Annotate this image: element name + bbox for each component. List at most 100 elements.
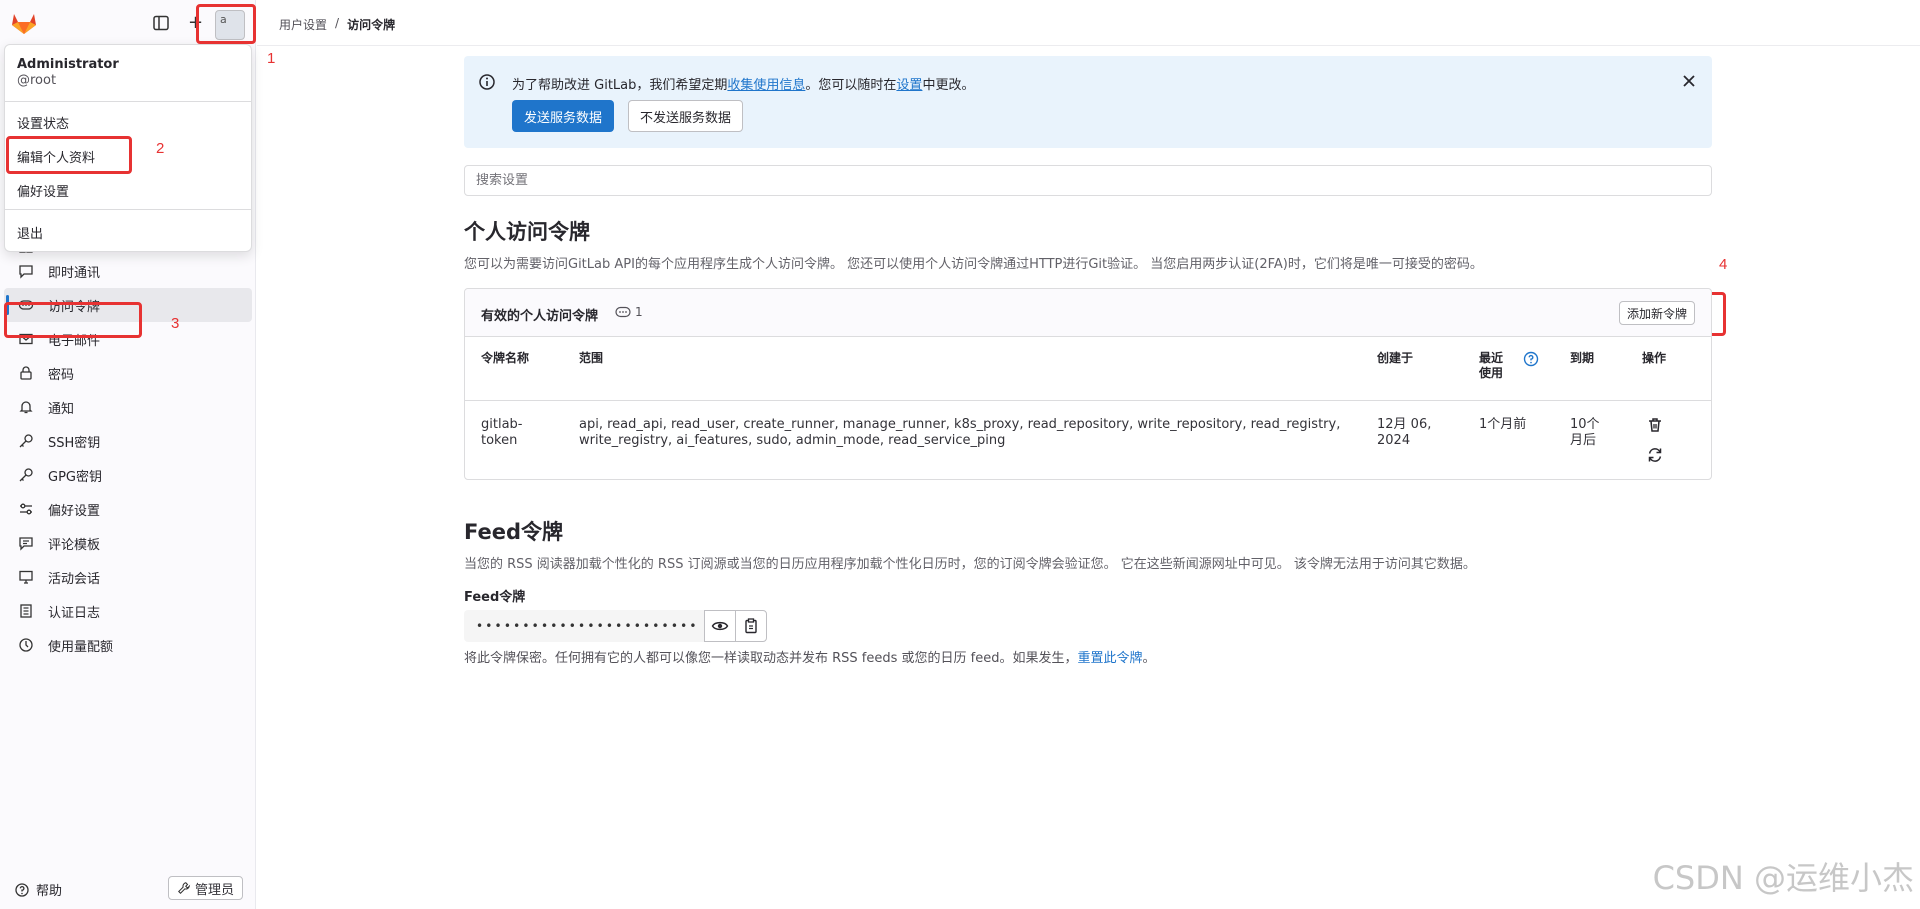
column-header-actions: 操作 xyxy=(1642,351,1667,365)
note-text: 将此令牌保密。任何拥有它的人都可以像您一样读取动态并发布 RSS feeds 或… xyxy=(464,651,1078,666)
nav-item-notifications[interactable]: 通知 xyxy=(4,390,252,424)
watermark: CSDN @运维小杰 xyxy=(1652,859,1914,897)
close-icon[interactable] xyxy=(1680,72,1698,90)
annotation-number: 2 xyxy=(156,140,165,157)
cell-line: 月后 xyxy=(1570,433,1597,448)
nav-item-password[interactable]: 密码 xyxy=(4,356,252,390)
nav-label: 使用量配额 xyxy=(48,639,114,655)
admin-button[interactable]: 管理员 xyxy=(168,876,244,900)
card-header: 有效的个人访问令牌 1 添加新令牌 xyxy=(465,289,1711,337)
nav-label: 评论模板 xyxy=(48,537,101,553)
nav-label: 即时通讯 xyxy=(48,265,101,281)
cell-line: 10个 xyxy=(1570,417,1600,432)
token-count: 1 xyxy=(615,305,643,319)
user-username: @root xyxy=(17,73,57,88)
menu-divider xyxy=(5,101,251,102)
token-count-value: 1 xyxy=(635,305,643,319)
feed-token-label: Feed令牌 xyxy=(464,590,526,605)
wrench-icon xyxy=(178,882,191,894)
menu-item-set-status[interactable]: 设置状态 xyxy=(17,113,69,132)
top-bar: 用户设置 / 访问令牌 xyxy=(257,0,1920,46)
info-icon xyxy=(479,74,495,90)
column-header-last-used: 最近 使用 xyxy=(1479,351,1503,381)
menu-divider xyxy=(5,209,251,210)
menu-item-preferences[interactable]: 偏好设置 xyxy=(17,181,69,200)
nav-label: 通知 xyxy=(48,401,75,417)
nav-item-active-sessions[interactable]: 活动会话 xyxy=(4,560,252,594)
token-name-cell: gitlab- token xyxy=(481,417,522,449)
note-text: 。 xyxy=(1142,651,1156,666)
settings-link[interactable]: 设置 xyxy=(896,78,922,93)
trash-icon[interactable] xyxy=(1646,416,1664,434)
breadcrumb-parent[interactable]: 用户设置 xyxy=(279,16,327,33)
alert-text: 中更改。 xyxy=(922,78,975,93)
clipboard-icon xyxy=(745,618,757,634)
feed-token-heading: Feed令牌 xyxy=(464,520,564,544)
admin-label: 管理员 xyxy=(195,882,235,898)
column-header-created: 创建于 xyxy=(1377,351,1414,365)
token-scope-cell: api, read_api, read_user, create_runner,… xyxy=(579,417,1340,449)
token-icon xyxy=(615,306,631,318)
column-header-last-used-line2: 使用 xyxy=(1479,366,1504,380)
help-button[interactable]: 帮助 xyxy=(14,880,62,899)
key-icon xyxy=(19,468,33,482)
gitlab-logo-icon[interactable] xyxy=(11,11,37,35)
breadcrumb-current: 访问令牌 xyxy=(347,18,396,32)
help-label: 帮助 xyxy=(36,884,63,899)
feed-token-field[interactable]: •••••••••••••••••••••••• xyxy=(464,610,704,642)
column-header-expires: 到期 xyxy=(1570,351,1595,365)
column-header-scope: 范围 xyxy=(579,351,604,365)
send-service-data-button[interactable]: 发送服务数据 xyxy=(512,100,615,132)
nav-item-chat[interactable]: 即时通讯 xyxy=(4,254,252,288)
breadcrumb: 用户设置 / 访问令牌 xyxy=(279,16,395,33)
annotation-number: 3 xyxy=(171,315,180,332)
cell-line: api, read_api, read_user, create_runner,… xyxy=(579,417,1341,432)
nav-item-auth-log[interactable]: 认证日志 xyxy=(4,594,252,628)
card-title: 有效的个人访问令牌 xyxy=(481,309,599,324)
pat-heading: 个人访问令牌 xyxy=(464,220,590,244)
usage-info-link[interactable]: 收集使用信息 xyxy=(727,78,805,93)
annotation-box-access-tokens xyxy=(4,302,142,338)
search-settings-input[interactable]: 搜索设置 xyxy=(464,165,1712,196)
annotation-number: 1 xyxy=(267,50,276,67)
rotate-icon[interactable] xyxy=(1646,446,1664,464)
nav-label: SSH密钥 xyxy=(48,435,101,451)
copy-token-button[interactable] xyxy=(735,610,767,642)
alert-text: 。您可以随时在 xyxy=(805,78,897,93)
question-icon[interactable] xyxy=(1523,351,1539,367)
sidebar-toggle-icon[interactable] xyxy=(152,14,170,32)
reveal-token-button[interactable] xyxy=(704,610,736,642)
cell-line: gitlab- xyxy=(481,417,523,432)
feed-token-description: 当您的 RSS 阅读器加载个性化的 RSS 订阅源或当您的日历应用程序加载个性化… xyxy=(464,557,1476,572)
log-icon xyxy=(20,604,32,618)
column-header-last-used-line1: 最近 xyxy=(1479,351,1504,365)
help-circle-icon xyxy=(15,882,29,897)
nav-item-ssh-keys[interactable]: SSH密钥 xyxy=(4,424,252,458)
dont-send-service-data-button[interactable]: 不发送服务数据 xyxy=(628,100,744,132)
token-expires-cell: 10个 月后 xyxy=(1570,417,1600,449)
cell-line: write_registry, ai_features, sudo, admin… xyxy=(579,433,1006,448)
nav-label: 密码 xyxy=(48,367,75,383)
token-created-cell: 12月 06, 2024 xyxy=(1377,417,1431,449)
alert-text: 为了帮助改进 GitLab，我们希望定期 xyxy=(512,78,728,93)
nav-item-comment-templates[interactable]: 评论模板 xyxy=(4,526,252,560)
comment-template-icon xyxy=(19,537,33,551)
cell-line: 2024 xyxy=(1377,433,1411,448)
nav-label: GPG密钥 xyxy=(48,469,102,485)
nav-label: 认证日志 xyxy=(48,605,101,621)
annotation-box-edit-profile xyxy=(6,136,132,174)
bell-icon xyxy=(19,401,33,414)
chat-icon xyxy=(19,265,33,279)
preferences-icon xyxy=(20,503,32,515)
alert-message: 为了帮助改进 GitLab，我们希望定期收集使用信息。您可以随时在设置中更改。 xyxy=(512,74,974,93)
nav-item-gpg-keys[interactable]: GPG密钥 xyxy=(4,458,252,492)
user-display-name: Administrator xyxy=(17,57,119,72)
menu-item-sign-out[interactable]: 退出 xyxy=(17,223,43,242)
key-icon xyxy=(19,434,33,448)
nav-item-preferences[interactable]: 偏好设置 xyxy=(4,492,252,526)
monitor-icon xyxy=(19,570,33,584)
reset-token-link[interactable]: 重置此令牌 xyxy=(1078,651,1143,666)
breadcrumb-separator: / xyxy=(335,16,340,30)
nav-item-usage-quotas[interactable]: 使用量配额 xyxy=(4,628,252,662)
add-new-token-button[interactable]: 添加新令牌 xyxy=(1618,301,1695,325)
